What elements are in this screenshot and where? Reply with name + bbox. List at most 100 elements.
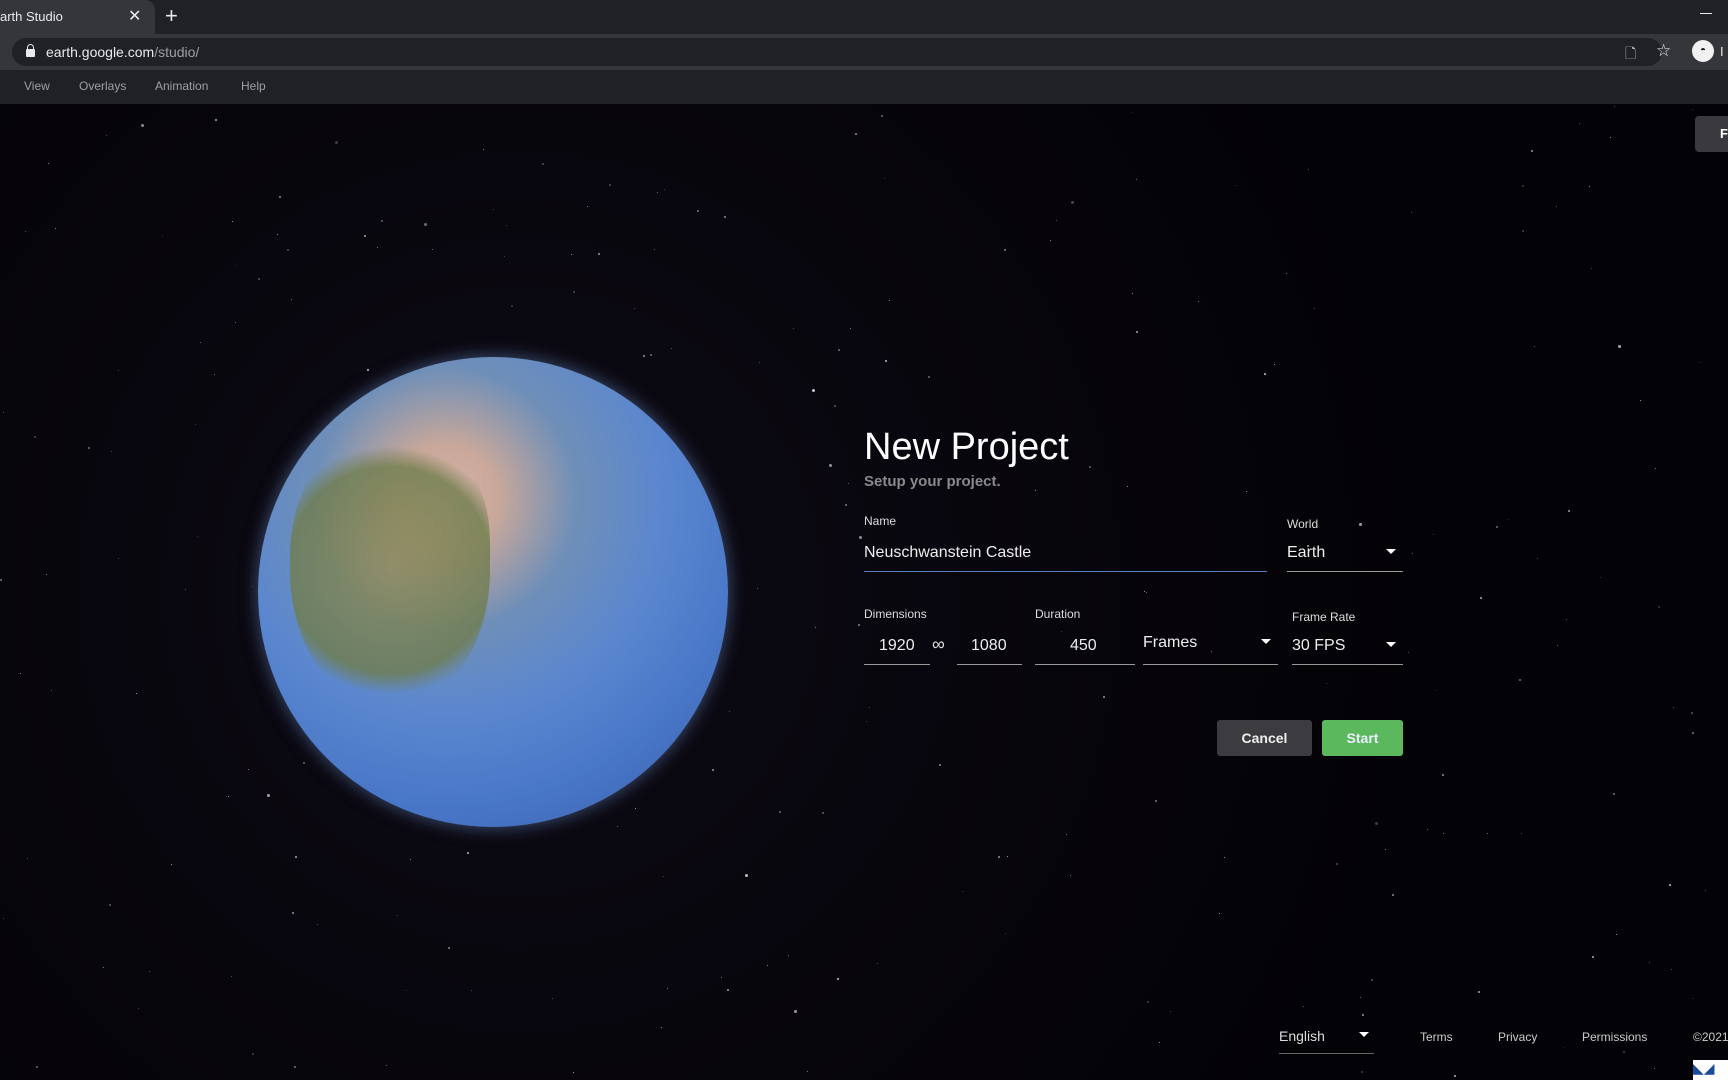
install-icon[interactable]: 🗋 (1625, 43, 1636, 67)
browser-tab-bar (0, 0, 1728, 34)
star (1361, 1013, 1364, 1016)
star (662, 875, 664, 877)
width-input[interactable]: 1920 (879, 637, 915, 655)
star (35, 1065, 38, 1068)
world-select[interactable]: Earth (1287, 544, 1325, 562)
star (148, 970, 150, 972)
close-tab-icon[interactable]: ✕ (128, 6, 141, 26)
star (1671, 968, 1673, 970)
star (634, 807, 636, 809)
star (199, 342, 201, 344)
star (670, 347, 672, 349)
terms-link[interactable]: Terms (1420, 1030, 1453, 1044)
star (1691, 731, 1694, 734)
star (1521, 832, 1523, 834)
star (137, 1008, 139, 1010)
menu-help[interactable]: Help (241, 79, 266, 93)
star (1169, 1011, 1171, 1013)
star (227, 795, 229, 797)
new-tab-icon[interactable]: + (165, 3, 178, 29)
name-label: Name (864, 514, 897, 528)
star (409, 858, 411, 860)
star (50, 689, 52, 691)
star (110, 451, 112, 453)
star (1653, 1067, 1655, 1069)
star (1590, 267, 1592, 269)
chevron-down-icon[interactable] (1359, 1032, 1369, 1037)
star (570, 253, 572, 255)
star (1495, 526, 1498, 529)
star (1197, 300, 1199, 302)
address-bar[interactable] (12, 38, 1662, 66)
language-underline (1279, 1053, 1374, 1054)
star (363, 234, 366, 237)
width-underline (864, 664, 930, 665)
url-path: /studio/ (154, 44, 200, 60)
logo-badge: ◣◢ (1693, 1060, 1728, 1080)
star (470, 989, 472, 991)
lock-icon[interactable] (26, 44, 35, 57)
menu-view[interactable]: View (24, 79, 50, 93)
star (1136, 178, 1138, 180)
duration-underline (1035, 664, 1135, 665)
star (1480, 596, 1483, 599)
star (266, 794, 270, 798)
start-button[interactable]: Start (1322, 720, 1403, 756)
duration-label: Duration (1035, 607, 1081, 621)
cancel-button[interactable]: Cancel (1217, 720, 1312, 756)
star (47, 163, 49, 165)
link-dimensions-icon[interactable]: ∞ (932, 634, 945, 655)
dimensions-label: Dimensions (864, 607, 927, 621)
star (1370, 978, 1373, 981)
star (334, 140, 338, 144)
star (806, 1070, 808, 1072)
frame-rate-select[interactable]: 30 FPS (1292, 637, 1345, 655)
star (1507, 518, 1509, 520)
frame-rate-label: Frame Rate (1292, 610, 1356, 624)
menu-animation[interactable]: Animation (155, 79, 208, 93)
star (251, 1053, 254, 1056)
chevron-down-icon[interactable] (1386, 642, 1396, 647)
duration-unit-select[interactable]: Frames (1143, 634, 1197, 652)
star (1070, 201, 1074, 205)
star (1143, 590, 1145, 592)
duration-input[interactable]: 450 (1070, 637, 1097, 655)
top-right-button-label: F (1720, 126, 1728, 141)
star (653, 249, 655, 251)
star (510, 304, 513, 307)
permissions-link[interactable]: Permissions (1582, 1030, 1647, 1044)
world-underline (1287, 571, 1403, 572)
star (663, 188, 665, 190)
star (961, 891, 963, 892)
bookmark-star-icon[interactable]: ☆ (1656, 41, 1671, 61)
chevron-down-icon[interactable] (1386, 549, 1396, 554)
minimize-icon[interactable] (1700, 13, 1712, 14)
chevron-down-icon[interactable] (1261, 639, 1271, 644)
star (135, 692, 137, 694)
page-subtitle: Setup your project. (864, 473, 1001, 490)
privacy-link[interactable]: Privacy (1498, 1030, 1537, 1044)
star (316, 923, 318, 925)
star (117, 370, 119, 371)
star (380, 219, 383, 222)
star (33, 435, 36, 438)
profile-label[interactable]: I (1720, 44, 1724, 59)
frame-rate-underline (1292, 664, 1403, 665)
copyright: ©2021 (1693, 1030, 1728, 1044)
star (541, 162, 544, 165)
star (1609, 136, 1611, 138)
name-input[interactable]: Neuschwanstein Castle (864, 544, 1031, 562)
star (1567, 510, 1570, 513)
star (844, 504, 847, 507)
incognito-icon[interactable]: ◓ (1692, 40, 1714, 62)
url-text[interactable]: earth.google.com/studio/ (46, 44, 199, 60)
star (858, 623, 861, 626)
language-select[interactable]: English (1279, 1028, 1325, 1044)
menu-overlays[interactable]: Overlays (79, 79, 126, 93)
star (1130, 111, 1132, 113)
height-underline (957, 664, 1022, 665)
star (1358, 522, 1362, 526)
height-input[interactable]: 1080 (971, 637, 1007, 655)
star (231, 220, 233, 222)
star (1533, 345, 1535, 347)
